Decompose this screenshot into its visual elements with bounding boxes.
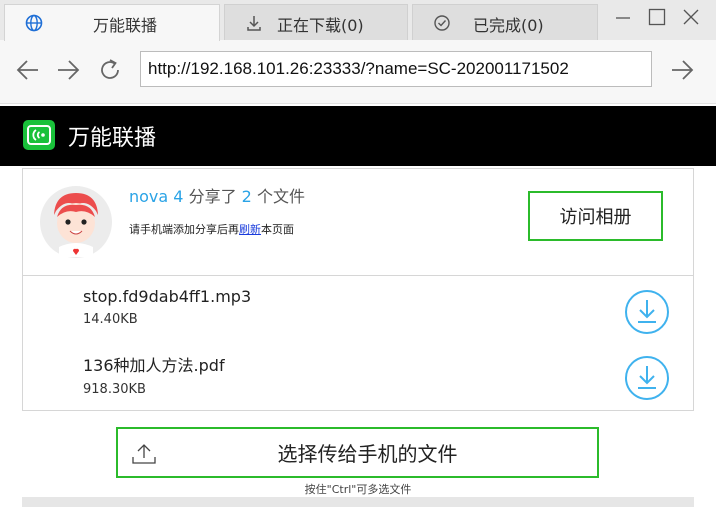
visit-album-button[interactable]: 访问相册 (528, 191, 663, 241)
tab-strip: 万能联播 正在下载(0) 已完成(0) (0, 0, 716, 41)
browser-window: 万能联播 正在下载(0) 已完成(0) http://192.168.101.2… (0, 0, 716, 507)
file-count: 2 (241, 187, 252, 206)
download-circle-icon[interactable] (624, 289, 670, 335)
multi-select-hint: 按住"Ctrl"可多选文件 (304, 483, 412, 496)
navigation-bar: http://192.168.101.26:23333/?name=SC-202… (0, 40, 716, 104)
tab-completed[interactable]: 已完成(0) (412, 4, 598, 40)
refresh-hint: 请手机端添加分享后再刷新本页面 (129, 221, 294, 237)
minimize-icon[interactable] (612, 6, 634, 28)
choose-files-button[interactable]: 选择传给手机的文件 (116, 427, 599, 478)
download-icon (247, 16, 261, 31)
tab-label: 已完成(0) (473, 16, 544, 35)
sharer-name: nova 4 (129, 187, 184, 206)
app-header: 万能联播 (0, 106, 716, 166)
file-item: 136种加人方法.pdf 918.30KB (83, 352, 225, 397)
app-title: 万能联播 (68, 126, 157, 151)
globe-icon (25, 14, 43, 32)
hint-before: 请手机端添加分享后再 (129, 223, 239, 236)
forward-arrow-icon[interactable] (54, 56, 82, 84)
file-name: 136种加人方法.pdf (83, 356, 225, 375)
divider (23, 275, 693, 276)
shared-text: 分享了 (188, 187, 237, 206)
tab-wanneng-lianbo[interactable]: 万能联播 (4, 4, 220, 41)
share-card: nova 4 分享了 2 个文件 请手机端添加分享后再刷新本页面 访问相册 st… (22, 168, 694, 411)
url-text: http://192.168.101.26:23333/?name=SC-202… (148, 59, 569, 78)
file-count-suffix: 个文件 (256, 187, 305, 206)
upload-label: 选择传给手机的文件 (277, 442, 458, 466)
footer-bar (22, 497, 694, 507)
refresh-link[interactable]: 刷新 (239, 223, 261, 236)
hint-after: 本页面 (261, 223, 294, 236)
back-arrow-icon[interactable] (14, 56, 42, 84)
go-arrow-icon[interactable] (668, 56, 696, 84)
avatar (40, 186, 112, 258)
share-summary: nova 4 分享了 2 个文件 (129, 183, 305, 207)
file-size: 14.40KB (83, 312, 138, 327)
tab-downloading[interactable]: 正在下载(0) (224, 4, 408, 40)
refresh-icon[interactable] (96, 56, 124, 84)
download-circle-icon[interactable] (624, 355, 670, 401)
check-circle-icon (434, 15, 450, 31)
tab-label: 万能联播 (93, 16, 158, 35)
file-item: stop.fd9dab4ff1.mp3 14.40KB (83, 287, 251, 327)
tab-label: 正在下载(0) (277, 16, 364, 35)
close-icon[interactable] (680, 6, 702, 28)
file-size: 918.30KB (83, 382, 146, 397)
url-input[interactable]: http://192.168.101.26:23333/?name=SC-202… (140, 51, 652, 87)
app-logo-icon (23, 120, 55, 150)
file-name: stop.fd9dab4ff1.mp3 (83, 287, 252, 306)
maximize-icon[interactable] (646, 6, 668, 28)
